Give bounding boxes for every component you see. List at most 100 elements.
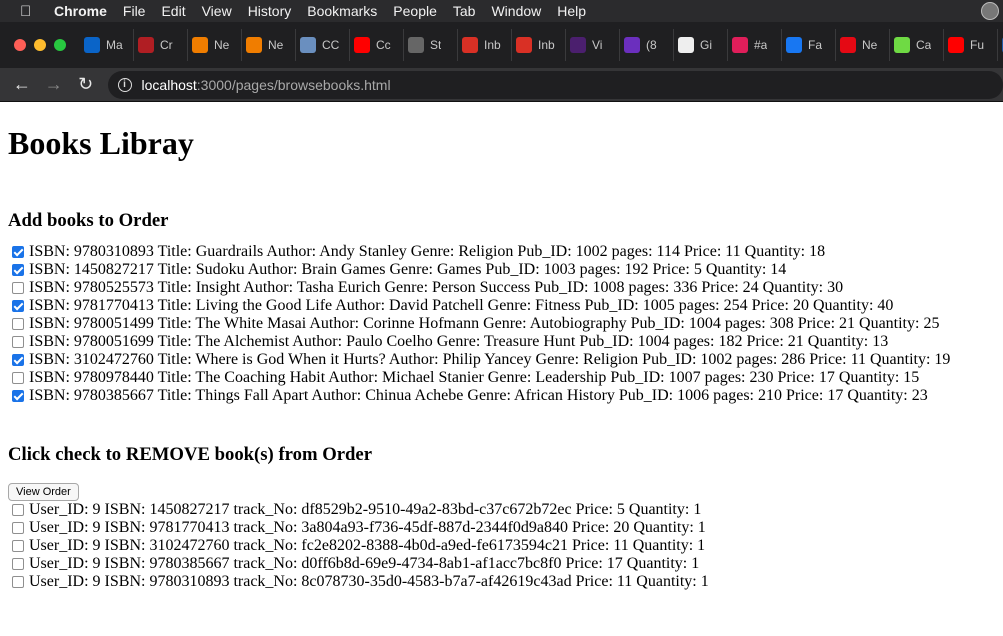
book-row-text: ISBN: 1450827217 Title: Sudoku Author: B…	[29, 261, 787, 278]
book-row-text: ISBN: 9781770413 Title: Living the Good …	[29, 297, 894, 314]
tab-title: St	[430, 38, 442, 52]
tab-title: Ne	[268, 38, 284, 52]
browser-tab[interactable]: Inb	[458, 29, 512, 61]
menu-edit[interactable]: Edit	[161, 3, 185, 19]
book-row-text: ISBN: 9780978440 Title: The Coaching Hab…	[29, 369, 920, 386]
remove-books-heading: Click check to REMOVE book(s) from Order	[8, 444, 373, 465]
gmail-icon	[516, 37, 532, 53]
order-row-checkbox[interactable]	[12, 540, 24, 552]
grid-icon	[192, 37, 208, 53]
book-row: ISBN: 9780978440 Title: The Coaching Hab…	[8, 369, 998, 387]
tab-title: Fa	[808, 38, 823, 52]
book-row-checkbox[interactable]	[12, 300, 24, 312]
add-books-heading: Add books to Order	[8, 210, 169, 231]
browser-tab[interactable]: Ma	[80, 29, 134, 61]
menu-history[interactable]: History	[248, 3, 292, 19]
menu-tab[interactable]: Tab	[453, 3, 476, 19]
macos-menu-bar:  Chrome File Edit View History Bookmark…	[0, 0, 1003, 22]
book-row-checkbox[interactable]	[12, 390, 24, 402]
book-row-checkbox[interactable]	[12, 336, 24, 348]
order-row: User_ID: 9 ISBN: 9780310893 track_No: 8c…	[8, 573, 998, 591]
github-icon	[678, 37, 694, 53]
order-row: User_ID: 9 ISBN: 9781770413 track_No: 3a…	[8, 519, 998, 537]
maximize-window-icon[interactable]	[54, 39, 66, 51]
book-row-text: ISBN: 9780385667 Title: Things Fall Apar…	[29, 387, 928, 404]
tab-title: Ma	[106, 38, 123, 52]
reload-icon[interactable]: ↻	[70, 74, 102, 95]
browser-tab[interactable]: Vi	[566, 29, 620, 61]
tab-title: Fu	[970, 38, 985, 52]
menu-view[interactable]: View	[202, 3, 232, 19]
book-row: ISBN: 9780051499 Title: The White Masai …	[8, 315, 998, 333]
book-row-checkbox[interactable]	[12, 264, 24, 276]
menu-bookmarks[interactable]: Bookmarks	[307, 3, 377, 19]
browser-tab[interactable]: Cr	[134, 29, 188, 61]
menu-help[interactable]: Help	[557, 3, 586, 19]
menu-file[interactable]: File	[123, 3, 146, 19]
forward-arrow-icon[interactable]: →	[38, 74, 70, 95]
browser-tab[interactable]: Fu	[944, 29, 998, 61]
book-row-checkbox[interactable]	[12, 354, 24, 366]
browser-tab[interactable]: Pc	[998, 29, 1003, 61]
menu-people[interactable]: People	[393, 3, 437, 19]
browser-tab[interactable]: Cc	[350, 29, 404, 61]
book-list: ISBN: 9780310893 Title: Guardrails Autho…	[8, 243, 998, 405]
close-window-icon[interactable]	[14, 39, 26, 51]
book-row: ISBN: 9781770413 Title: Living the Good …	[8, 297, 998, 315]
tab-list: Ma Cr Ne Ne CC Cc St Inb Inb Vi (8 Gi #a Fa Ne Ca Fu Pc	[80, 29, 1003, 61]
tab-title: Ne	[214, 38, 230, 52]
address-bar[interactable]: i localhost :3000/pages/browsebooks.html	[107, 70, 1003, 99]
minimize-window-icon[interactable]	[34, 39, 46, 51]
profile-avatar-icon[interactable]	[981, 2, 999, 20]
menu-window[interactable]: Window	[491, 3, 541, 19]
order-row-checkbox[interactable]	[12, 522, 24, 534]
browser-tab[interactable]: Inb	[512, 29, 566, 61]
tab-title: (8	[646, 38, 657, 52]
apple-icon[interactable]: 	[20, 3, 38, 20]
browser-tab[interactable]: CC	[296, 29, 350, 61]
order-row-checkbox[interactable]	[12, 558, 24, 570]
tab-title: Ne	[862, 38, 878, 52]
page-title: Books Libray	[8, 125, 194, 161]
book-row-text: ISBN: 9780051699 Title: The Alchemist Au…	[29, 333, 889, 350]
tab-title: CC	[322, 38, 340, 52]
order-row-text: User_ID: 9 ISBN: 9780310893 track_No: 8c…	[29, 573, 709, 590]
tab-title: Inb	[484, 38, 501, 52]
book-row-checkbox[interactable]	[12, 318, 24, 330]
browser-tab[interactable]: #a	[728, 29, 782, 61]
tab-title: Cc	[376, 38, 391, 52]
book-row: ISBN: 1450827217 Title: Sudoku Author: B…	[8, 261, 998, 279]
grid-icon	[246, 37, 262, 53]
browser-tab[interactable]: Ca	[890, 29, 944, 61]
site-info-icon[interactable]: i	[117, 77, 132, 92]
menu-app-name[interactable]: Chrome	[54, 3, 107, 19]
order-row-text: User_ID: 9 ISBN: 9781770413 track_No: 3a…	[29, 519, 706, 536]
order-row-checkbox[interactable]	[12, 576, 24, 588]
gmail-icon	[462, 37, 478, 53]
browser-tab[interactable]: Ne	[836, 29, 890, 61]
order-row-checkbox[interactable]	[12, 504, 24, 516]
browser-tab[interactable]: St	[404, 29, 458, 61]
browser-toolbar: ← → ↻ i localhost :3000/pages/browsebook…	[0, 68, 1003, 102]
browser-tab[interactable]: Ne	[188, 29, 242, 61]
book-row: ISBN: 9780310893 Title: Guardrails Autho…	[8, 243, 998, 261]
book-row-text: ISBN: 9780525573 Title: Insight Author: …	[29, 279, 844, 296]
order-row-text: User_ID: 9 ISBN: 3102472760 track_No: fc…	[29, 537, 706, 554]
browser-tab[interactable]: Fa	[782, 29, 836, 61]
book-row-checkbox[interactable]	[12, 282, 24, 294]
youtube-icon	[948, 37, 964, 53]
book-row-text: ISBN: 9780310893 Title: Guardrails Autho…	[29, 243, 826, 260]
browser-tab[interactable]: (8	[620, 29, 674, 61]
book-row-checkbox[interactable]	[12, 372, 24, 384]
view-order-button[interactable]: View Order	[8, 483, 79, 501]
youtube-icon	[354, 37, 370, 53]
order-row: User_ID: 9 ISBN: 9780385667 track_No: d0…	[8, 555, 998, 573]
book-row: ISBN: 9780051699 Title: The Alchemist Au…	[8, 333, 998, 351]
browser-tab[interactable]: Gi	[674, 29, 728, 61]
browser-tab[interactable]: Ne	[242, 29, 296, 61]
back-arrow-icon[interactable]: ←	[6, 74, 38, 95]
url-host: localhost	[141, 76, 197, 93]
book-row-checkbox[interactable]	[12, 246, 24, 258]
page-content: Books Libray Add books to Order ISBN: 97…	[8, 102, 998, 591]
book-row-text: ISBN: 3102472760 Title: Where is God Whe…	[29, 351, 951, 368]
